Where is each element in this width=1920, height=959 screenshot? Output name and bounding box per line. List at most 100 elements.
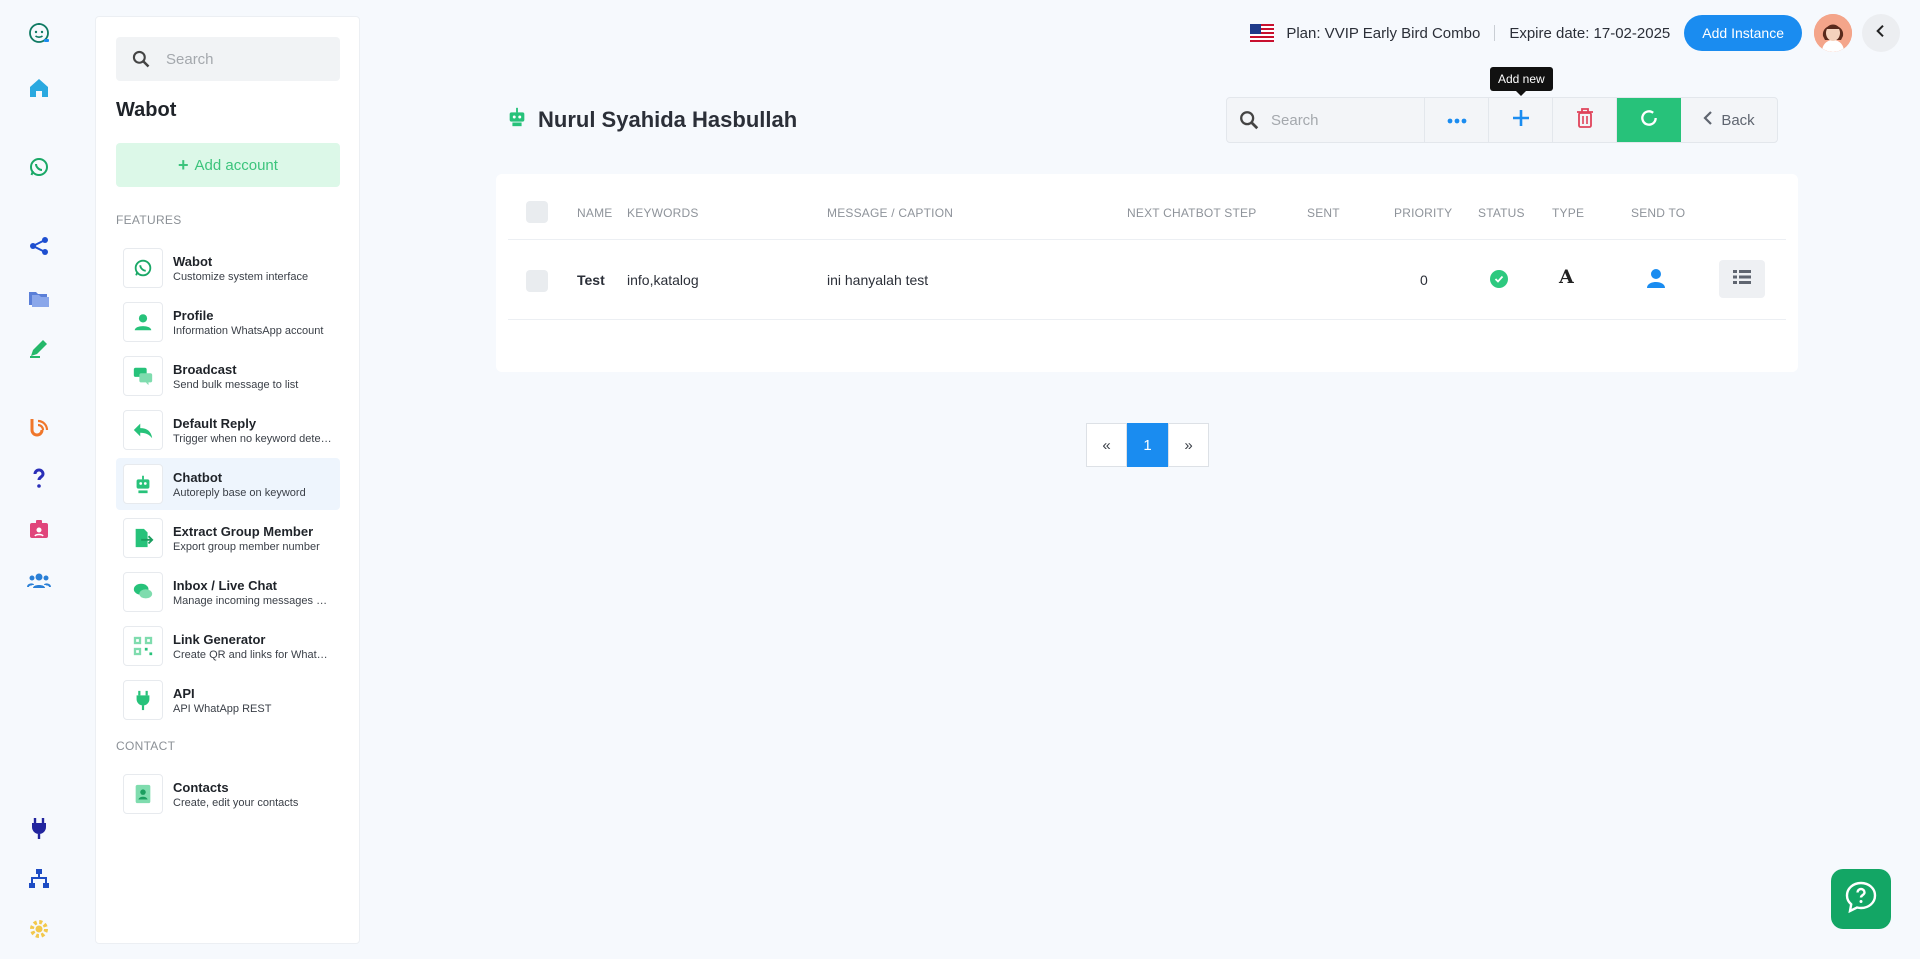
sidebar-item-subtitle: Create QR and links for WhatsApp xyxy=(173,648,333,661)
list-icon xyxy=(1733,269,1751,289)
add-new-tooltip: Add new xyxy=(1490,67,1553,96)
sidebar-item-title: Wabot xyxy=(173,253,213,269)
help-chat-button[interactable] xyxy=(1831,869,1891,929)
text-type-icon: A xyxy=(1559,266,1574,288)
plug-icon[interactable] xyxy=(22,811,56,845)
file-export-icon xyxy=(123,518,163,558)
icon-rail xyxy=(0,0,78,959)
sidebar-item-subtitle: Customize system interface xyxy=(173,270,309,283)
search-icon xyxy=(1227,109,1271,131)
row-actions-button[interactable] xyxy=(1719,260,1765,298)
whatsapp-icon[interactable] xyxy=(22,150,56,184)
page-title: Nurul Syahida Hasbullah xyxy=(506,106,797,133)
users-icon[interactable] xyxy=(22,563,56,597)
add-instance-button[interactable]: Add Instance xyxy=(1684,15,1802,51)
sidebar-search-input[interactable] xyxy=(166,50,326,68)
id-badge-icon[interactable] xyxy=(22,512,56,546)
sidebar-item-api[interactable]: API API WhatApp REST xyxy=(116,674,340,726)
toolbar-search xyxy=(1227,98,1425,142)
select-all-checkbox[interactable] xyxy=(526,201,548,223)
col-keywords[interactable]: KEYWORDS xyxy=(627,206,699,220)
back-button[interactable]: Back xyxy=(1681,98,1777,142)
sidebar-item-subtitle: Trigger when no keyword detected xyxy=(173,432,333,445)
contact-heading: CONTACT xyxy=(116,739,176,753)
logo-bot-icon[interactable] xyxy=(22,16,56,50)
top-bar: Plan: VVIP Early Bird Combo Expire date:… xyxy=(1250,14,1900,52)
sidebar-item-title: Chatbot xyxy=(173,469,223,485)
back-label: Back xyxy=(1721,111,1755,129)
share-nodes-icon[interactable] xyxy=(22,229,56,263)
qr-code-icon xyxy=(123,626,163,666)
add-new-button[interactable] xyxy=(1489,98,1553,142)
reply-all-icon xyxy=(123,410,163,450)
sidebar-item-title: Broadcast xyxy=(173,361,237,377)
folders-icon[interactable] xyxy=(22,281,56,315)
user-icon xyxy=(123,302,163,342)
toolbar-search-input[interactable] xyxy=(1271,111,1411,129)
col-name[interactable]: NAME xyxy=(577,206,612,220)
features-heading: FEATURES xyxy=(116,213,182,227)
col-status[interactable]: STATUS xyxy=(1478,206,1525,220)
sidebar-item-chatbot[interactable]: Chatbot Autoreply base on keyword xyxy=(116,458,340,510)
sidebar-item-subtitle: Create, edit your contacts xyxy=(173,796,299,809)
more-options-button[interactable] xyxy=(1425,98,1489,142)
blogger-icon[interactable] xyxy=(22,410,56,444)
us-flag-icon xyxy=(1250,24,1275,42)
sidebar-title: Wabot xyxy=(116,99,177,121)
home-icon[interactable] xyxy=(22,71,56,105)
user-icon xyxy=(1647,268,1665,293)
sidebar-item-subtitle: API WhatApp REST xyxy=(173,702,272,715)
sidebar-item-link-generator[interactable]: Link Generator Create QR and links for Wh… xyxy=(116,620,340,672)
pagination-next[interactable]: » xyxy=(1168,423,1209,467)
sidebar-item-inbox-live-chat[interactable]: Inbox / Live Chat Manage incoming message… xyxy=(116,566,340,618)
avatar[interactable] xyxy=(1814,14,1852,52)
sidebar-item-subtitle: Information WhatsApp account xyxy=(173,324,324,337)
delete-button[interactable] xyxy=(1553,98,1617,142)
sidebar-item-contacts[interactable]: Contacts Create, edit your contacts xyxy=(116,768,340,820)
ellipsis-icon xyxy=(1447,111,1467,129)
sidebar-item-title: Inbox / Live Chat xyxy=(173,577,278,593)
sidebar-item-default-reply[interactable]: Default Reply Trigger when no keyword det… xyxy=(116,404,340,456)
col-sent[interactable]: SENT xyxy=(1307,206,1340,220)
cell-priority: 0 xyxy=(1420,272,1428,288)
chevron-left-icon xyxy=(1873,23,1889,44)
plug-icon xyxy=(123,680,163,720)
plan-label: Plan: VVIP Early Bird Combo xyxy=(1286,24,1481,42)
sidebar-item-broadcast[interactable]: Broadcast Send bulk message to list xyxy=(116,350,340,402)
sidebar-item-subtitle: Send bulk message to list xyxy=(173,378,299,391)
robot-icon xyxy=(506,106,528,133)
sidebar-item-extract-group-member[interactable]: Extract Group Member Export group member … xyxy=(116,512,340,564)
sidebar-item-title: Extract Group Member xyxy=(173,523,314,539)
col-message-caption[interactable]: MESSAGE / CAPTION xyxy=(827,206,953,220)
features-sidebar: Wabot + Add account FEATURES WabotCustom… xyxy=(95,16,360,944)
row-checkbox[interactable] xyxy=(526,270,548,292)
gear-icon[interactable] xyxy=(22,912,56,946)
pagination: « 1 » xyxy=(1086,423,1209,467)
refresh-button[interactable] xyxy=(1617,98,1681,142)
add-account-label: Add account xyxy=(194,156,278,174)
pagination-page[interactable]: 1 xyxy=(1127,423,1168,467)
sidebar-item-profile[interactable]: Profile Information WhatsApp account xyxy=(116,296,340,348)
pagination-prev[interactable]: « xyxy=(1086,423,1127,467)
sidebar-item-subtitle: Export group member number xyxy=(173,540,320,553)
col-type[interactable]: TYPE xyxy=(1552,206,1584,220)
cell-message: ini hanyalah test xyxy=(827,272,929,288)
divider xyxy=(1494,25,1496,41)
sidebar-item-title: Contacts xyxy=(173,779,229,795)
list-toolbar: Back xyxy=(1226,97,1778,143)
sitemap-icon[interactable] xyxy=(22,862,56,896)
whatsapp-icon xyxy=(123,248,163,288)
col-next-chatbot-step[interactable]: NEXT CHATBOT STEP xyxy=(1127,206,1256,220)
add-account-button[interactable]: + Add account xyxy=(116,143,340,187)
sidebar-item-title: Profile xyxy=(173,307,214,323)
sidebar-item-wabot[interactable]: Wabot Customize system interface xyxy=(116,242,340,294)
status-check-icon xyxy=(1490,270,1508,288)
collapse-sidebar-button[interactable] xyxy=(1862,14,1900,52)
sidebar-item-subtitle: Manage incoming messages and chats xyxy=(173,594,333,607)
edit-pen-icon[interactable] xyxy=(22,331,56,365)
cell-name[interactable]: Test xyxy=(577,272,605,288)
question-icon[interactable] xyxy=(22,461,56,495)
plus-icon: + xyxy=(178,154,189,175)
col-send-to[interactable]: SEND TO xyxy=(1631,206,1685,220)
col-priority[interactable]: PRIORITY xyxy=(1394,206,1452,220)
